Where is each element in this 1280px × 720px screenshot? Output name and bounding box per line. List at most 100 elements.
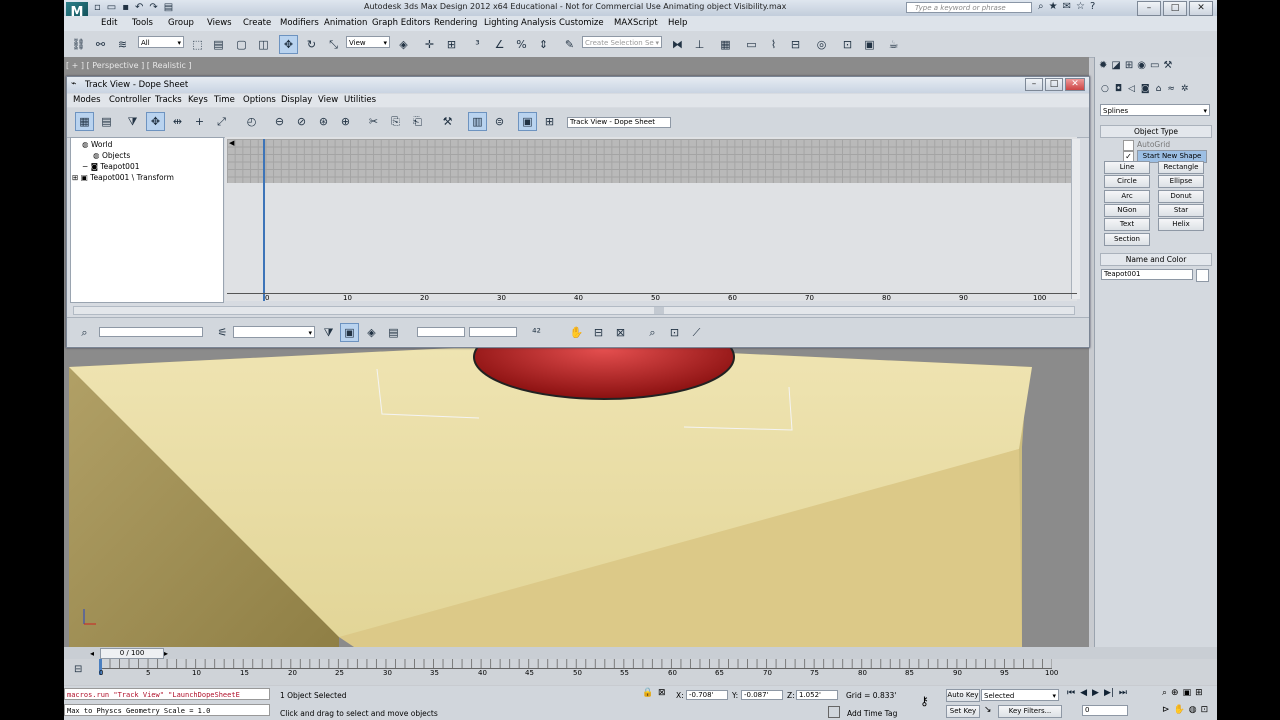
minimize-button[interactable]: –	[1137, 1, 1161, 16]
zoom-tv-icon[interactable]: ⌕	[643, 323, 662, 342]
dopesheet-time-ruler[interactable]: 0 10 20 30 40 50 60 70 80 90 100	[227, 293, 1077, 304]
show-keyable-icon[interactable]: ▥	[468, 112, 487, 131]
rectangle-button[interactable]: Rectangle	[1158, 161, 1204, 174]
key-time-field[interactable]	[417, 327, 465, 337]
trackview-minimize-button[interactable]: –	[1025, 78, 1043, 91]
modify-subtree-icon[interactable]: ⚒	[438, 112, 457, 131]
cut-icon[interactable]: ✂	[364, 112, 383, 131]
menu-lighting-analysis[interactable]: Lighting Analysis	[484, 18, 556, 28]
close-button[interactable]: ✕	[1189, 1, 1213, 16]
systems-icon[interactable]: ✲	[1181, 84, 1189, 94]
align-icon[interactable]: ⊥	[690, 35, 709, 54]
z-coordinate-field[interactable]: 1.052'	[796, 690, 838, 700]
name-and-color-rollout[interactable]: Name and Color	[1100, 253, 1212, 266]
hscroll-thumb[interactable]	[654, 307, 664, 314]
star-button[interactable]: Star	[1158, 204, 1204, 217]
new-file-icon[interactable]: ▫	[94, 2, 101, 13]
window-crossing-icon[interactable]: ◫	[254, 35, 273, 54]
orbit-icon[interactable]: ◍	[1189, 705, 1197, 715]
help-icon[interactable]: ?	[1090, 1, 1095, 12]
subscription-icon[interactable]: ★	[1049, 1, 1058, 12]
create-tab-icon[interactable]: ✹	[1099, 60, 1107, 71]
ngon-button[interactable]: NGon	[1104, 204, 1150, 217]
rendered-frame-icon[interactable]: ▣	[860, 35, 879, 54]
menu-modifiers[interactable]: Modifiers	[280, 18, 319, 28]
scale-time-icon[interactable]: ⊛	[314, 112, 333, 131]
menu-create[interactable]: Create	[243, 18, 271, 28]
next-frame-icon[interactable]: ▶|	[1104, 688, 1114, 698]
shapes-icon[interactable]: ◘	[1115, 84, 1122, 94]
key-selection-dropdown[interactable]: Selected	[981, 689, 1059, 702]
category-dropdown[interactable]: Splines	[1100, 104, 1210, 117]
previous-frame-icon[interactable]: ◀	[1080, 688, 1087, 698]
time-tag-icon[interactable]	[828, 706, 840, 718]
maximize-viewport-icon[interactable]: ⊡	[1201, 705, 1209, 715]
tv-menu-view[interactable]: View	[318, 95, 338, 105]
track-bar[interactable]: ⊟ 0 5 10 15 20 25 30 35 40 45 50 55 60 6…	[64, 659, 1217, 685]
filter-selected-objects-icon[interactable]: ▣	[340, 323, 359, 342]
cameras-icon[interactable]: ◙	[1141, 84, 1150, 94]
lock-selection-tv-icon[interactable]: ⊜	[490, 112, 509, 131]
set-key-button[interactable]: Set Key	[946, 705, 980, 718]
filter-selected-tracks-icon[interactable]: ⧩	[319, 323, 338, 342]
y-coordinate-field[interactable]: -0.087'	[741, 690, 783, 700]
keyboard-shortcut-override-icon[interactable]: ⊞	[442, 35, 461, 54]
menu-group[interactable]: Group	[168, 18, 194, 28]
zoom-icon[interactable]: ⌕	[1162, 688, 1167, 698]
zoom-selected-object-icon[interactable]: ⌕	[75, 323, 94, 342]
tree-objects[interactable]: ◍ Objects	[93, 151, 130, 160]
paste-icon[interactable]: ⎗	[408, 112, 427, 131]
reverse-time-icon[interactable]: ⊘	[292, 112, 311, 131]
prev-frame-arrow-icon[interactable]: ◂	[90, 649, 94, 658]
edit-ranges-icon[interactable]: ▤	[97, 112, 116, 131]
viewport-label[interactable]: [ + ] [ Perspective ] [ Realistic ]	[66, 61, 192, 70]
line-button[interactable]: Line	[1104, 161, 1150, 174]
zoom-region-icon[interactable]: ⊡	[665, 323, 684, 342]
set-key-mode-icon[interactable]: ⚷	[920, 694, 929, 708]
menu-tools[interactable]: Tools	[132, 18, 153, 28]
helpers-icon[interactable]: ⌂	[1156, 84, 1162, 94]
key-window-vscroll[interactable]	[1071, 139, 1080, 299]
text-button[interactable]: Text	[1104, 218, 1150, 231]
add-time-tag[interactable]: Add Time Tag	[847, 709, 897, 718]
trackview-hscroll[interactable]	[73, 306, 1075, 315]
go-to-start-icon[interactable]: ⏮	[1067, 688, 1075, 698]
search-input[interactable]: Type a keyword or phrase	[906, 2, 1032, 13]
rectangular-selection-icon[interactable]: ▢	[232, 35, 251, 54]
object-type-rollout[interactable]: Object Type	[1100, 125, 1212, 138]
filters-icon[interactable]: ⧩	[123, 112, 142, 131]
lights-icon[interactable]: ◁	[1128, 84, 1135, 94]
snap-frames-icon[interactable]: ▣	[518, 112, 537, 131]
maxscript-listener-line1[interactable]: macros.run "Track View" "LaunchDopeSheet…	[64, 688, 270, 700]
select-and-move-icon[interactable]: ✥	[279, 35, 298, 54]
menu-maxscript[interactable]: MAXScript	[614, 18, 658, 28]
tv-menu-time[interactable]: Time	[214, 95, 235, 105]
isolate-curve-icon[interactable]: ⟋	[687, 323, 706, 342]
tv-menu-options[interactable]: Options	[243, 95, 276, 105]
maxscript-listener-line2[interactable]: Max to Physcs Geometry Scale = 1.0	[64, 704, 270, 716]
add-keys-icon[interactable]: +	[190, 112, 209, 131]
pivot-center-icon[interactable]: ◈	[394, 35, 413, 54]
unlink-icon[interactable]: ⚯	[91, 35, 110, 54]
time-slider-line[interactable]	[263, 139, 265, 301]
arc-button[interactable]: Arc	[1104, 190, 1150, 203]
communication-icon[interactable]: ✉	[1063, 1, 1071, 12]
reference-coord-dropdown[interactable]: View	[346, 36, 390, 49]
zoom-value-extents-icon[interactable]: ⊠	[611, 323, 630, 342]
collapse-icon[interactable]: −	[82, 162, 88, 171]
circle-button[interactable]: Circle	[1104, 175, 1150, 188]
time-slider-handle[interactable]: 0 / 100	[100, 648, 164, 659]
zoom-all-icon[interactable]: ⊕	[1171, 688, 1179, 698]
favorites-icon[interactable]: ☆	[1076, 1, 1085, 12]
mini-curve-editor-icon[interactable]: ⊟	[74, 664, 82, 675]
tree-transform[interactable]: ⊞ ▣ Teapot001 \ Transform	[72, 173, 174, 182]
tree-world[interactable]: ◍ World	[82, 140, 112, 149]
select-time-icon[interactable]: ◴	[242, 112, 261, 131]
curve-editor-icon[interactable]: ⌇	[764, 35, 783, 54]
menu-rendering[interactable]: Rendering	[434, 18, 477, 28]
zoom-extents-all-icon[interactable]: ⊞	[1195, 688, 1203, 698]
object-name-field[interactable]: Teapot001	[1101, 269, 1193, 280]
tv-menu-keys[interactable]: Keys	[188, 95, 208, 105]
modify-tab-icon[interactable]: ◪	[1111, 60, 1120, 71]
render-production-icon[interactable]: ☕	[884, 35, 903, 54]
